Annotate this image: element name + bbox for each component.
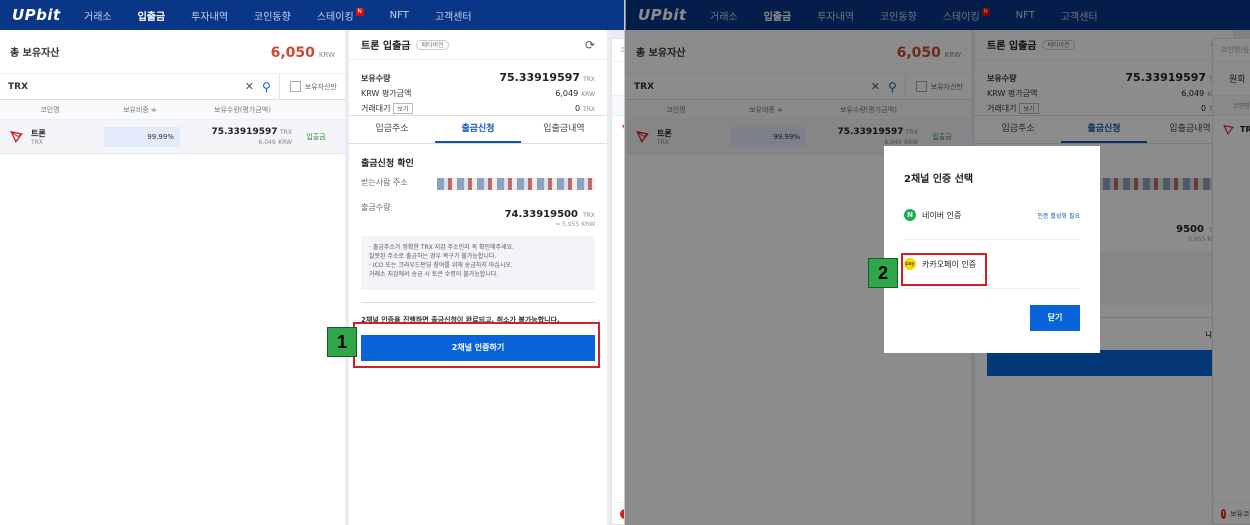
balance-label: 보유수량: [361, 74, 391, 83]
top-nav: UPbit 거래소 입출금 투자내역 코인동향 스테이킹N NFT 고객센터: [0, 0, 624, 30]
nav-coin-trends[interactable]: 코인동향: [254, 8, 291, 23]
holdings-table-header: 코인명 보유비중 ≑ 보유수량(평가금액): [0, 100, 345, 120]
nav-staking[interactable]: 스테이킹N: [316, 7, 364, 23]
krw-label: KRW 평가금액: [361, 89, 412, 98]
notice-line: · 출금주소가 정확한 TRX 지갑 주소인지 꼭 확인해주세요.: [369, 244, 515, 251]
amount-row: 출금수량 74.33919500 TRX ≈ 5,955 KRW: [361, 202, 595, 228]
beta-badge: 베타버전: [416, 39, 449, 50]
total-assets-label: 총 보유자산: [10, 48, 60, 59]
only-held-toggle[interactable]: 보유자산만: [289, 81, 337, 92]
pending-value: 0: [574, 104, 581, 113]
upbit-logo[interactable]: UPbit: [12, 6, 84, 24]
table-row[interactable]: 트론 TRX 99.99% 75.33919597 TRX 6,049 KRW …: [0, 120, 345, 154]
notice-line: 잘못된 주소로 출금하는 경우 복구가 불가능합니다.: [369, 253, 497, 260]
only-held-checkbox[interactable]: [289, 81, 301, 92]
pending-unit: TRX: [583, 106, 595, 113]
holding-amount: 75.33919597: [211, 127, 278, 137]
deposit-withdraw-link[interactable]: 입출금: [292, 132, 340, 142]
pending-label: 거래대기: [361, 104, 391, 113]
withdraw-notice: · 출금주소가 정확한 TRX 지갑 주소인지 꼭 확인해주세요. 잘못된 주소…: [361, 236, 595, 290]
held-coins-bar[interactable]: ! 보유코인 현황: [612, 502, 624, 524]
nav-exchange[interactable]: 거래소: [84, 8, 112, 23]
tab-history[interactable]: 입출금내역: [521, 116, 607, 143]
total-assets-value-wrap: 6,050 KRW: [271, 42, 335, 61]
search-row: ✕ ⚲ 보유자산만: [0, 73, 345, 100]
divider: [904, 288, 1080, 289]
holdings-panel: 총 보유자산 6,050KRW ✕ ⚲ 보유자산만 코인명 보유비중 ≑ 보유수…: [0, 30, 345, 525]
nav-nft[interactable]: NFT: [390, 10, 409, 21]
holding-krw-unit: KRW: [278, 139, 292, 146]
withdraw-approx: ≈ 5,955 KRW: [555, 221, 595, 228]
screenshot-left: UPbit 거래소 입출금 투자내역 코인동향 스테이킹N NFT 고객센터 총…: [0, 0, 625, 525]
col-amount[interactable]: 보유수량(평가금액): [180, 105, 305, 115]
coin-name: 트론: [31, 128, 46, 138]
clear-icon[interactable]: ✕: [245, 80, 254, 93]
pending-value-wrap: 0TRX: [575, 96, 595, 115]
notice-line: · ICO 또는 크라우드펀딩 참여를 위해 송금하지 마십시오.: [369, 262, 513, 269]
close-button[interactable]: 닫기: [1030, 305, 1080, 331]
nav-support[interactable]: 고객센터: [435, 8, 472, 23]
total-assets-row: 총 보유자산 6,050 KRW: [0, 30, 345, 74]
withdraw-amount-unit: TRX: [583, 212, 595, 219]
dw-title: 트론 입출금: [361, 41, 411, 52]
confirm-title: 출금신청 확인: [361, 159, 414, 169]
search-icon[interactable]: ⚲: [262, 80, 271, 94]
naver-auth-option[interactable]: N 네이버 인증 인증 활성화 필요: [904, 205, 1080, 225]
step-badge-1: 1: [327, 327, 357, 357]
step-badge-2: 2: [868, 258, 898, 288]
holding-amount-unit: TRX: [280, 129, 292, 136]
dw-tabs: 입금주소 출금신청 입출금내역: [349, 116, 607, 144]
col-coin-name[interactable]: 코인명: [0, 105, 100, 115]
coin-list-search[interactable]: 코인명/심볼검색: [612, 39, 624, 62]
screenshot-right: UPbit 거래소 입출금 투자내역 코인동향 스테이킹N NFT 고객센터 총…: [625, 0, 1250, 525]
balance-row: 보유수량 75.33919597TRX: [361, 66, 595, 84]
coin-list-header: 코인명: [612, 96, 624, 116]
coin-list-panel: 코인명/심볼검색 원화 코인명 TRX ! 보유코인 현황: [611, 38, 624, 525]
amount-value-cell: 74.33919500 TRX ≈ 5,955 KRW: [505, 202, 595, 228]
nav-staking-label: 스테이킹: [316, 11, 354, 23]
recipient-address-redacted: [437, 178, 595, 190]
holding-ratio: 99.99%: [104, 126, 180, 147]
modal-title: 2채널 인증 선택: [904, 174, 974, 185]
tab-withdraw-request[interactable]: 출금신청: [435, 116, 521, 143]
tron-logo-icon: [10, 131, 23, 143]
only-held-label: 보유자산만: [304, 82, 337, 91]
naver-icon: N: [904, 209, 916, 221]
pending-view-button[interactable]: 보기: [393, 103, 413, 114]
list-item[interactable]: TRX: [612, 116, 624, 143]
coin-name-cell: 트론 TRX: [0, 128, 100, 146]
nav-investments[interactable]: 투자내역: [191, 8, 228, 23]
total-assets-unit: KRW: [318, 51, 335, 59]
coin-symbol: TRX: [31, 138, 43, 146]
dw-header: 트론 입출금 베타버전 ⟳: [349, 30, 607, 60]
search-box: ✕ ⚲: [8, 73, 280, 100]
holding-krw: 6,049: [258, 139, 276, 146]
amount-label: 출금수량: [361, 203, 391, 212]
activation-required-link[interactable]: 인증 활성화 필요: [1038, 211, 1080, 220]
col-ratio[interactable]: 보유비중 ≑: [100, 105, 180, 115]
balance-info: 보유수량 75.33919597TRX KRW 평가금액 6,049KRW 거래…: [349, 60, 607, 116]
total-assets-value: 6,050: [270, 45, 315, 61]
krw-row: KRW 평가금액 6,049KRW: [361, 81, 595, 98]
two-channel-auth-modal: 2채널 인증 선택 N 네이버 인증 인증 활성화 필요 pay 카카오페이 인…: [884, 146, 1100, 353]
recipient-label: 받는사람 주소: [361, 178, 408, 187]
coin-search-input[interactable]: [8, 81, 245, 92]
pending-wrap: 거래대기 보기: [361, 103, 413, 114]
nav-deposit-withdraw[interactable]: 입출금: [138, 8, 166, 23]
tab-krw-market[interactable]: 원화: [612, 62, 624, 96]
new-badge: N: [355, 7, 364, 16]
naver-auth-label: 네이버 인증: [922, 210, 962, 220]
holding-amount-cell: 75.33919597 TRX 6,049 KRW: [180, 127, 292, 146]
divider: [904, 239, 1080, 240]
notice-line: 거래소 지갑에서 송금 시 토큰 수령이 불가능합니다.: [369, 271, 499, 278]
recipient-row: 받는사람 주소: [361, 177, 595, 190]
tab-deposit-address[interactable]: 입금주소: [349, 116, 435, 143]
deposit-withdraw-panel: 트론 입출금 베타버전 ⟳ 보유수량 75.33919597TRX KRW 평가…: [349, 30, 607, 525]
highlight-auth-button: [353, 322, 600, 368]
refresh-icon[interactable]: ⟳: [585, 38, 595, 52]
withdraw-confirm: 출금신청 확인 받는사람 주소 출금수량 74.33919500 TRX ≈ 5…: [349, 144, 607, 228]
withdraw-amount: 74.33919500: [504, 209, 578, 220]
highlight-kakaopay-option: [901, 253, 987, 286]
